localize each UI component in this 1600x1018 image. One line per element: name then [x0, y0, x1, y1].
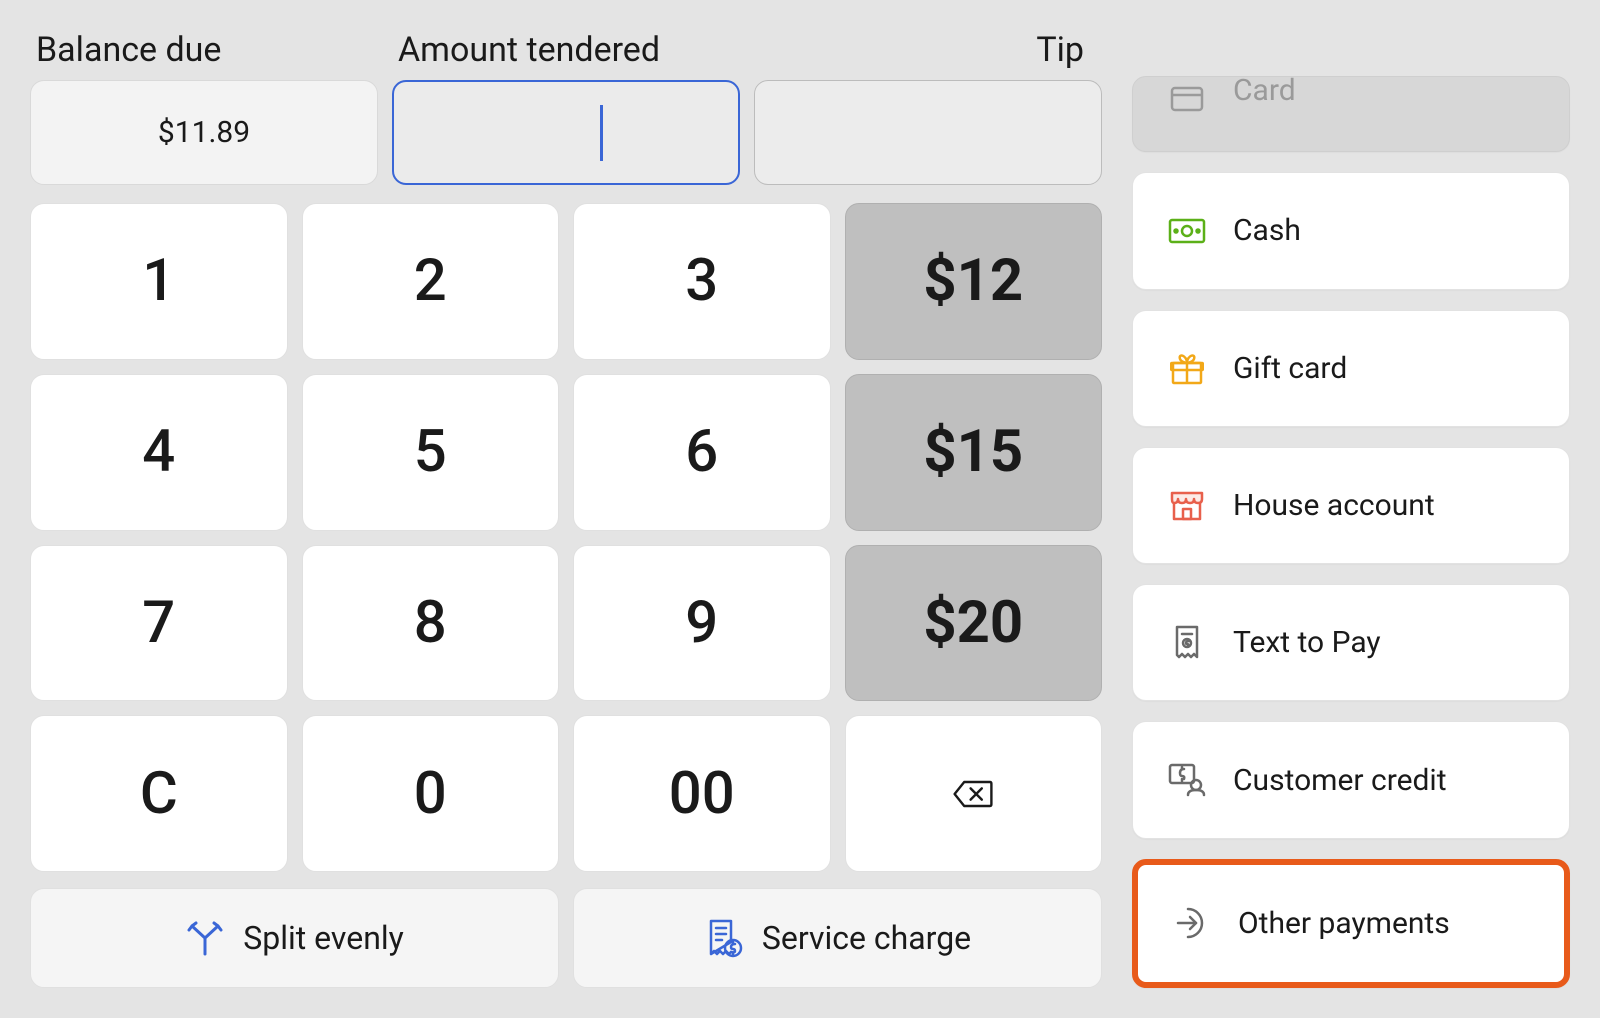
payment-card-button[interactable]: Card [1132, 76, 1570, 152]
arrow-circle-icon [1172, 903, 1212, 943]
amount-tendered-input[interactable] [392, 80, 740, 185]
key-5[interactable]: 5 [302, 374, 560, 531]
tip-input[interactable] [754, 80, 1102, 185]
tip-column: Tip [754, 30, 1102, 185]
payment-gift-card-button[interactable]: Gift card [1132, 310, 1570, 427]
key-1[interactable]: 1 [30, 203, 288, 360]
payment-cash-label: Cash [1233, 213, 1301, 248]
receipt-dollar-icon [704, 918, 744, 958]
cash-icon [1167, 211, 1207, 251]
balance-due-value: $11.89 [158, 115, 250, 150]
key-7[interactable]: 7 [30, 545, 288, 702]
balance-due-label: Balance due [30, 30, 378, 70]
balance-due-column: Balance due $11.89 [30, 30, 378, 185]
tip-label: Tip [754, 30, 1102, 70]
gift-icon [1167, 348, 1207, 388]
balance-due-display: $11.89 [30, 80, 378, 185]
payment-card-label: Card [1233, 76, 1296, 108]
customer-credit-icon [1167, 760, 1207, 800]
store-icon [1167, 486, 1207, 526]
payment-customer-credit-label: Customer credit [1233, 763, 1447, 798]
card-icon [1167, 79, 1207, 119]
amount-tendered-column: Amount tendered [392, 30, 740, 185]
payment-other-label: Other payments [1238, 906, 1450, 941]
quick-amount-20[interactable]: $20 [845, 545, 1103, 702]
split-icon [185, 918, 225, 958]
key-clear[interactable]: C [30, 715, 288, 872]
key-4[interactable]: 4 [30, 374, 288, 531]
key-9[interactable]: 9 [573, 545, 831, 702]
key-backspace[interactable] [845, 715, 1103, 872]
split-evenly-label: Split evenly [243, 919, 404, 957]
key-6[interactable]: 6 [573, 374, 831, 531]
text-cursor [600, 105, 603, 161]
service-charge-label: Service charge [762, 919, 971, 957]
payment-gift-card-label: Gift card [1233, 351, 1347, 386]
split-evenly-button[interactable]: Split evenly [30, 888, 559, 988]
action-buttons-row: Split evenly Service charge [30, 888, 1102, 988]
payment-entry-panel: Balance due $11.89 Amount tendered Tip 1… [30, 30, 1102, 988]
numeric-keypad: 1 2 3 $12 4 5 6 $15 7 8 9 $20 C 0 00 [30, 203, 1102, 872]
payment-house-account-button[interactable]: House account [1132, 447, 1570, 564]
key-00[interactable]: 00 [573, 715, 831, 872]
amount-header-row: Balance due $11.89 Amount tendered Tip [30, 30, 1102, 185]
key-2[interactable]: 2 [302, 203, 560, 360]
payment-cash-button[interactable]: Cash [1132, 172, 1570, 289]
payment-methods-panel: Card Cash Gift card [1132, 30, 1570, 988]
key-8[interactable]: 8 [302, 545, 560, 702]
payment-text-to-pay-button[interactable]: Text to Pay [1132, 584, 1570, 701]
service-charge-button[interactable]: Service charge [573, 888, 1102, 988]
payment-text-to-pay-label: Text to Pay [1233, 625, 1381, 660]
backspace-icon [953, 774, 993, 814]
quick-amount-15[interactable]: $15 [845, 374, 1103, 531]
amount-tendered-label: Amount tendered [392, 30, 740, 70]
quick-amount-12[interactable]: $12 [845, 203, 1103, 360]
key-3[interactable]: 3 [573, 203, 831, 360]
key-0[interactable]: 0 [302, 715, 560, 872]
payment-other-button[interactable]: Other payments [1132, 859, 1570, 988]
payment-customer-credit-button[interactable]: Customer credit [1132, 721, 1570, 838]
payment-house-account-label: House account [1233, 488, 1435, 523]
receipt-icon [1167, 623, 1207, 663]
